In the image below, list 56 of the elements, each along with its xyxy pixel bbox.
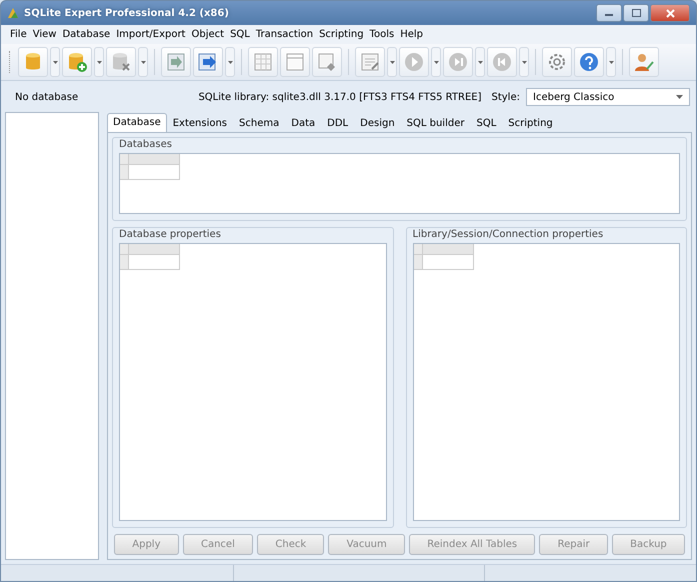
table-icon[interactable]: [248, 47, 278, 77]
tab[interactable]: SQL builder: [400, 114, 470, 132]
window-icon[interactable]: [280, 47, 310, 77]
maximize-icon: [632, 9, 640, 17]
dropdown-arrow-icon[interactable]: [50, 47, 60, 77]
database-tree[interactable]: [5, 112, 99, 560]
app-logo-icon: [7, 7, 19, 19]
menu-item[interactable]: Import/Export: [113, 27, 188, 42]
settings-icon[interactable]: [542, 47, 572, 77]
dropdown-arrow-icon[interactable]: [606, 47, 616, 77]
minimize-button[interactable]: [596, 4, 622, 22]
dropdown-arrow-icon[interactable]: [225, 47, 235, 77]
tab[interactable]: Database: [107, 113, 167, 132]
menu-item[interactable]: File: [7, 27, 30, 42]
menu-item[interactable]: Tools: [366, 27, 398, 42]
tab[interactable]: SQL: [470, 114, 502, 132]
library-info: SQLite library: sqlite3.dll 3.17.0 [FTS3 FTS4 FTS5 RTREE]: [198, 92, 482, 102]
tab[interactable]: DDL: [321, 114, 354, 132]
window-title: SQLite Expert Professional 4.2 (x86): [24, 8, 229, 18]
group-title: Library/Session/Connection properties: [412, 229, 604, 240]
style-label: Style:: [492, 92, 520, 102]
dropdown-arrow-icon[interactable]: [431, 47, 441, 77]
menu-item[interactable]: Scripting: [316, 27, 367, 42]
tab[interactable]: Scripting: [502, 114, 559, 132]
menu-item[interactable]: SQL: [227, 27, 253, 42]
dropdown-arrow-icon[interactable]: [519, 47, 529, 77]
remove-database-icon[interactable]: [106, 47, 136, 77]
dropdown-arrow-icon[interactable]: [138, 47, 148, 77]
tab[interactable]: Extensions: [166, 114, 234, 132]
dropdown-arrow-icon: [676, 95, 683, 99]
close-button[interactable]: [650, 4, 690, 22]
close-icon: [666, 8, 674, 18]
tab[interactable]: Data: [285, 114, 322, 132]
add-database-icon[interactable]: [62, 47, 92, 77]
menu-item[interactable]: Object: [188, 27, 228, 42]
style-dropdown[interactable]: Iceberg Classico: [526, 88, 690, 106]
tab[interactable]: Design: [354, 114, 401, 132]
menu-item[interactable]: Database: [59, 27, 114, 42]
user-edit-icon[interactable]: [629, 47, 659, 77]
menu-item[interactable]: View: [30, 27, 60, 42]
export-icon[interactable]: [193, 47, 223, 77]
maximize-button[interactable]: [623, 4, 649, 22]
database-status: No database: [15, 92, 78, 102]
tab[interactable]: Schema: [233, 114, 286, 132]
menu-item[interactable]: Transaction: [252, 27, 316, 42]
editor-icon[interactable]: [355, 47, 385, 77]
menu-item[interactable]: Help: [397, 27, 426, 42]
group-title: Databases: [119, 139, 173, 150]
group-title: Database properties: [119, 229, 222, 240]
help-icon[interactable]: [574, 47, 604, 77]
dropdown-arrow-icon[interactable]: [94, 47, 104, 77]
table-settings-icon[interactable]: [312, 47, 342, 77]
dropdown-arrow-icon[interactable]: [387, 47, 397, 77]
import-icon[interactable]: [161, 47, 191, 77]
dropdown-arrow-icon[interactable]: [475, 47, 485, 77]
database-icon[interactable]: [18, 47, 48, 77]
